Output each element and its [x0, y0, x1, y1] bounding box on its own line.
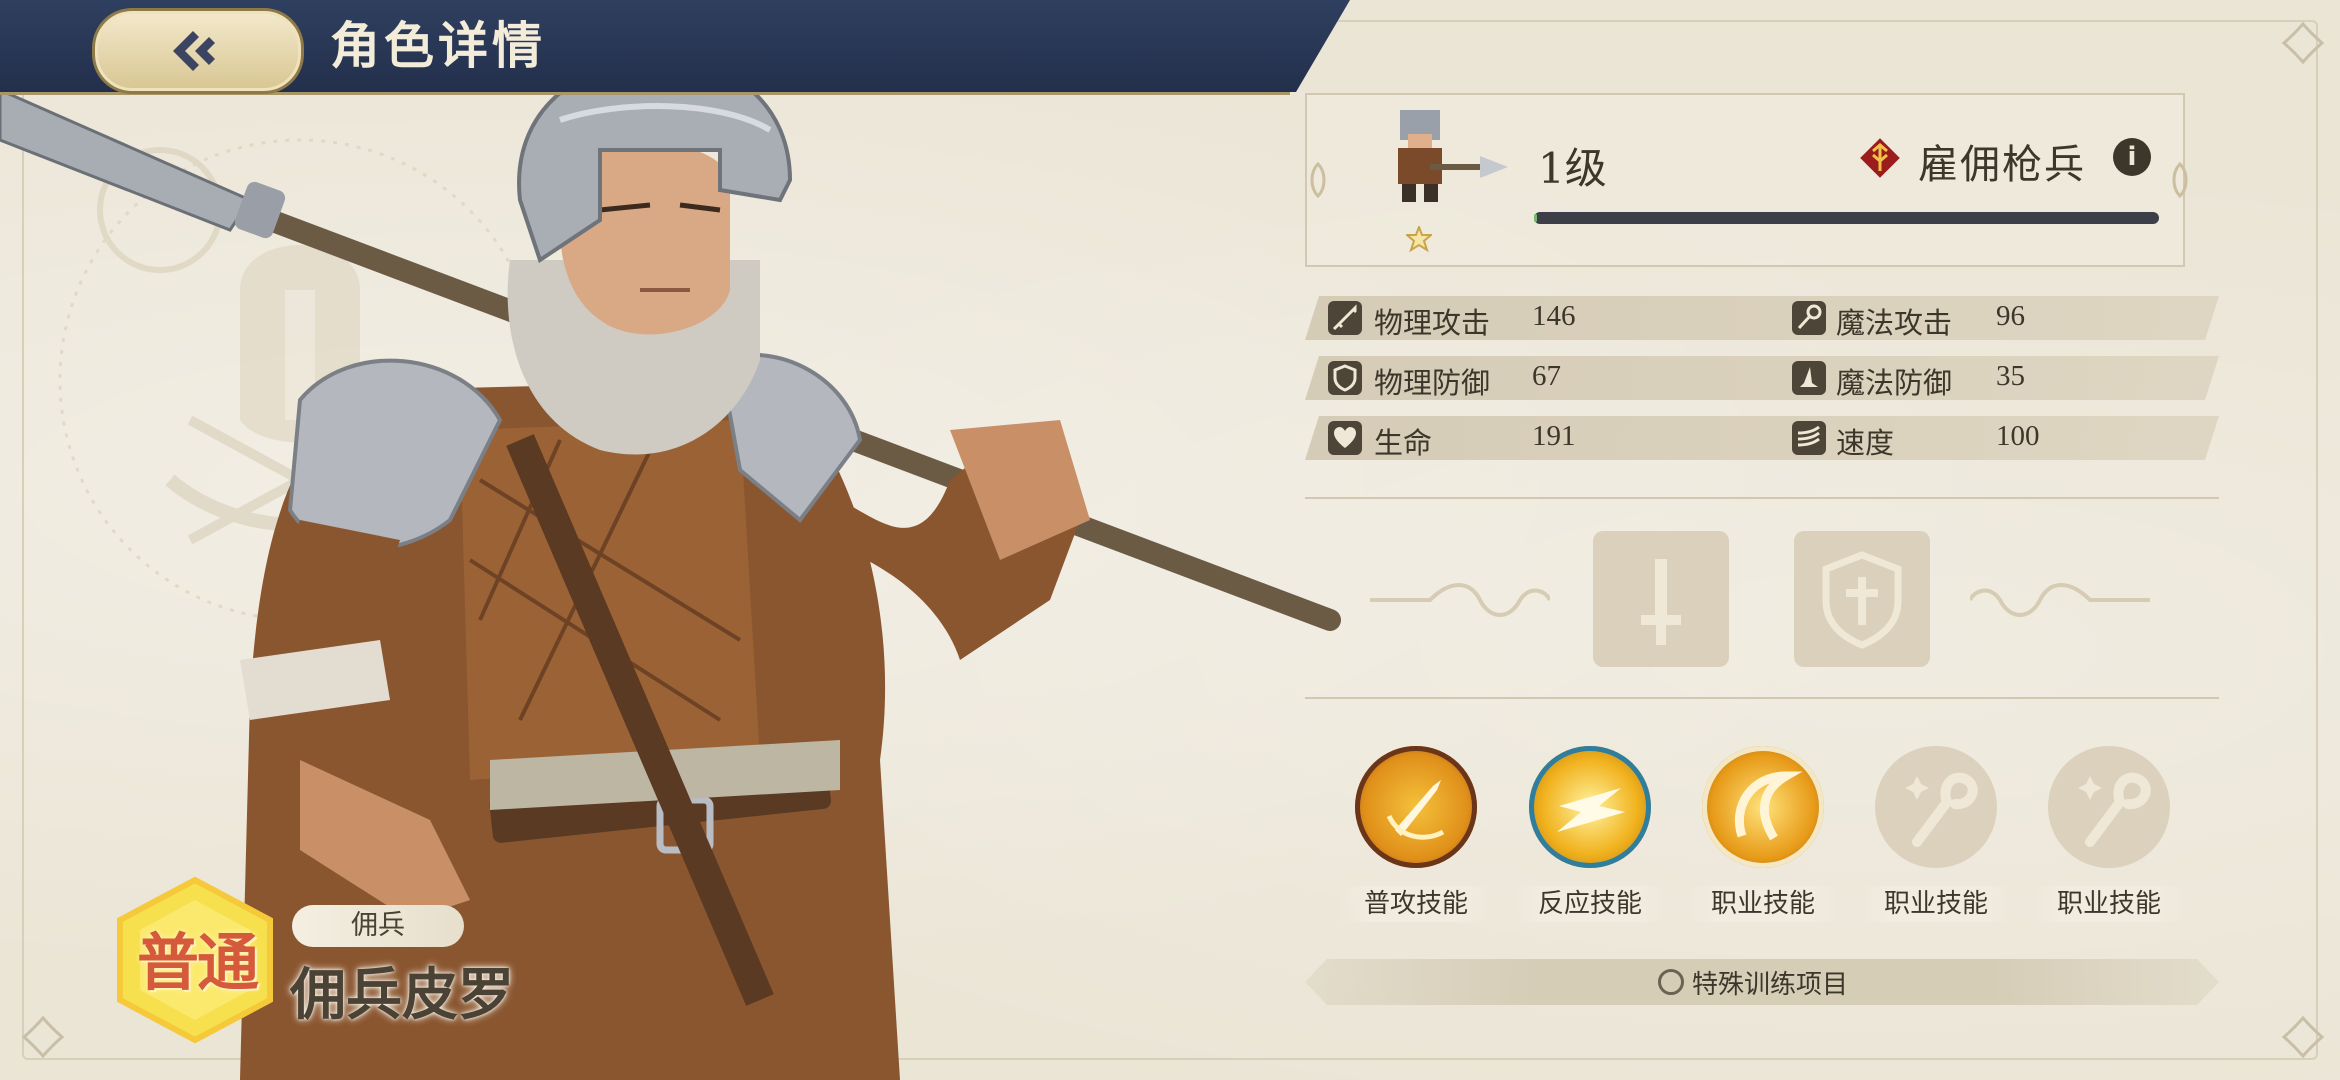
magnifier-icon [1658, 969, 1684, 995]
wand-icon [1792, 301, 1826, 335]
stat-value: 96 [1996, 300, 2025, 332]
stat-label: 生命 [1374, 426, 1433, 460]
armor-slot-button[interactable] [1794, 531, 1930, 667]
character-sprite-avatar[interactable] [1370, 100, 1510, 210]
back-arrow-icon [173, 31, 215, 71]
armor-slot-icon [1822, 551, 1902, 649]
character-name: 佣兵皮罗 [290, 962, 514, 1028]
skill-class-3-locked-button[interactable] [2048, 746, 2170, 868]
panel-ornament-icon [2172, 161, 2188, 199]
heart-icon [1328, 421, 1362, 455]
info-icon[interactable]: i [2113, 138, 2151, 176]
locked-skill-icon [2078, 772, 2151, 847]
skill-class-2-locked-button[interactable] [1875, 746, 1997, 868]
skill-label: 职业技能 [1859, 886, 2013, 922]
stat-label: 物理攻击 [1374, 306, 1491, 340]
experience-bar [1534, 212, 2159, 224]
class-name: 雇佣枪兵 [1918, 142, 2086, 188]
weapon-slot-icon [1641, 559, 1681, 645]
shield-icon [1328, 361, 1362, 395]
section-divider [1305, 697, 2219, 699]
corner-ornament-icon [2281, 1015, 2325, 1059]
stat-label: 物理防御 [1374, 366, 1491, 400]
sword-icon [1328, 301, 1362, 335]
panel-ornament-icon [1310, 161, 1326, 199]
page-title: 角色详情 [330, 16, 546, 75]
stat-value: 100 [1996, 420, 2040, 452]
stat-value: 35 [1996, 360, 2025, 392]
stat-label: 魔法攻击 [1836, 306, 1953, 340]
stat-row [1305, 416, 2219, 460]
corner-ornament-icon [2281, 21, 2325, 65]
character-class-tag: 佣兵 [292, 905, 464, 947]
back-button[interactable] [92, 8, 304, 94]
stat-value: 191 [1532, 420, 1576, 452]
special-training-label[interactable]: 特殊训练项目 [1692, 964, 1848, 1001]
skill-label: 职业技能 [1686, 886, 1840, 922]
skill-normal-attack-button[interactable] [1355, 746, 1477, 868]
flourish-ornament-icon [1370, 583, 1550, 617]
dagger-skill-icon [1386, 780, 1445, 840]
experience-bar-fill [1534, 214, 1538, 222]
star-icon [1406, 226, 1432, 252]
stat-label: 魔法防御 [1836, 366, 1953, 400]
stat-value: 146 [1532, 300, 1576, 332]
skill-label: 普攻技能 [1339, 886, 1493, 922]
weapon-slot-button[interactable] [1593, 531, 1729, 667]
skill-label: 职业技能 [2032, 886, 2186, 922]
stat-label: 速度 [1836, 426, 1895, 460]
spear-class-icon [1860, 138, 1900, 178]
rarity-label: 普通 [136, 926, 259, 999]
wind-icon [1792, 421, 1826, 455]
swirl-skill-icon [1734, 771, 1803, 841]
stat-value: 67 [1532, 360, 1561, 392]
lightning-skill-icon [1557, 788, 1625, 832]
wizard-hat-icon [1792, 361, 1826, 395]
level-label: 1级 [1538, 144, 1607, 193]
flourish-ornament-icon [1970, 583, 2150, 617]
skill-reaction-button[interactable] [1529, 746, 1651, 868]
skill-class-1-button[interactable] [1702, 746, 1824, 868]
section-divider [1305, 497, 2219, 499]
locked-skill-icon [1905, 772, 1978, 847]
skill-label: 反应技能 [1513, 886, 1667, 922]
